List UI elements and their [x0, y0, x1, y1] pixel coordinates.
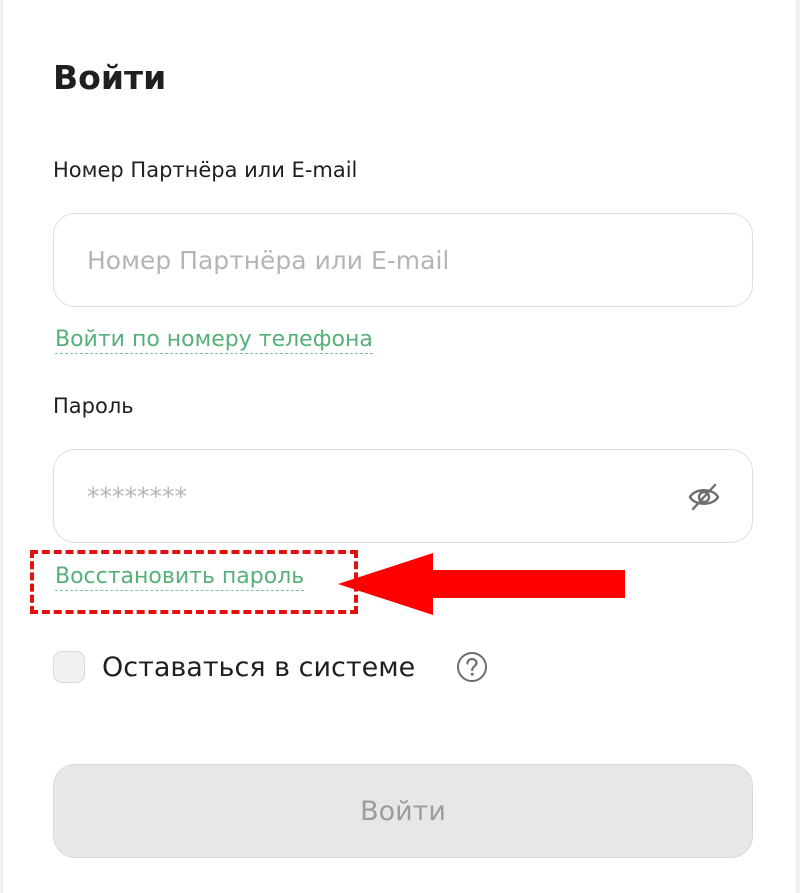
submit-login-button[interactable]: Войти: [53, 764, 753, 858]
login-by-phone-link[interactable]: Войти по номеру телефона: [55, 327, 373, 354]
annotation-arrow-icon: [338, 553, 625, 615]
remember-me-label[interactable]: Оставаться в системе: [102, 652, 415, 683]
login-field-container: [53, 213, 753, 307]
password-field-container: [53, 449, 753, 543]
page-title: Войти: [53, 58, 167, 97]
login-input[interactable]: [54, 245, 752, 275]
annotation-highlight-box: [30, 550, 358, 614]
remember-me-checkbox[interactable]: [53, 651, 85, 683]
question-circle-icon[interactable]: [456, 651, 488, 683]
login-card: Войти Номер Партнёра или E-mail Войти по…: [2, 0, 797, 893]
login-field-label: Номер Партнёра или E-mail: [53, 158, 358, 182]
remember-me-row: Оставаться в системе: [53, 650, 415, 684]
password-input[interactable]: [54, 481, 752, 511]
password-field-label: Пароль: [53, 394, 134, 418]
eye-slash-icon[interactable]: [688, 482, 720, 512]
